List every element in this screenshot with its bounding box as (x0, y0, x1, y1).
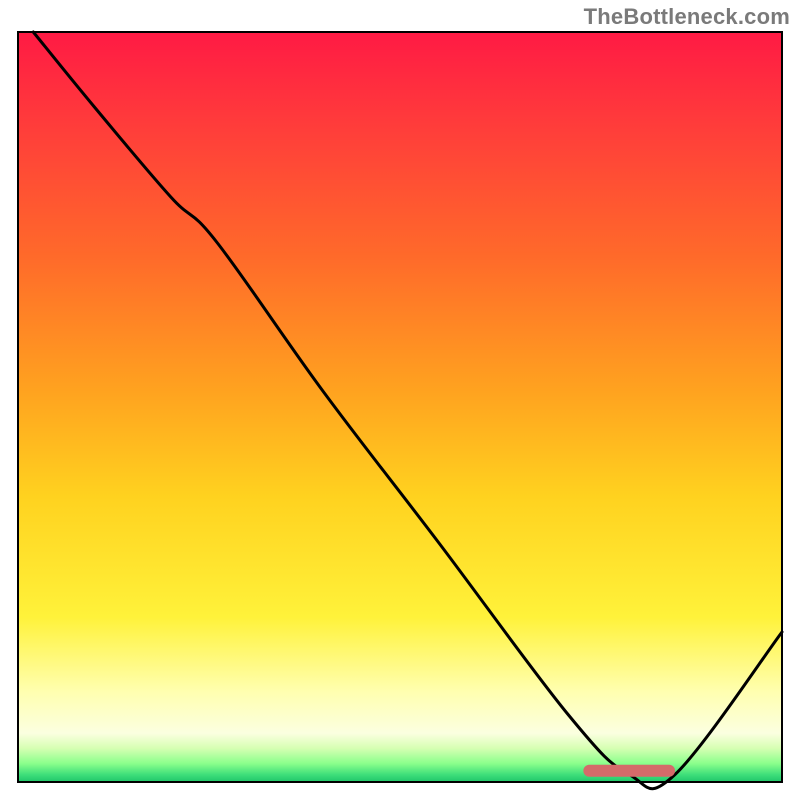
optimal-range-marker (583, 765, 675, 777)
heat-gradient (18, 32, 782, 782)
watermark-text: TheBottleneck.com (584, 4, 790, 30)
plot-area (18, 32, 782, 789)
chart-container: TheBottleneck.com (0, 0, 800, 800)
bottleneck-chart (0, 0, 800, 800)
